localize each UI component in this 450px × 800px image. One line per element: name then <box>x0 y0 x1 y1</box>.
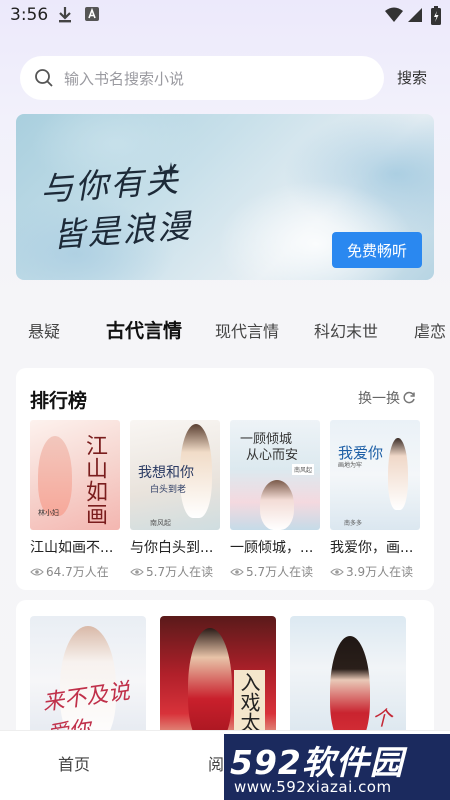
refresh-label: 换一换 <box>358 391 400 407</box>
status-bar: 3:56 <box>0 0 450 32</box>
download-icon <box>59 7 71 23</box>
wifi-icon <box>385 7 403 22</box>
cover-figure <box>260 480 294 530</box>
search-placeholder: 输入书名搜索小说 <box>64 70 185 88</box>
cover-badge: 南风起 <box>292 464 315 475</box>
book-reads: 5.7万人在读 <box>130 563 220 580</box>
book-cover: 我想和你 白头到老 南风起 <box>130 420 220 530</box>
battery-icon <box>431 6 441 25</box>
book-reads: 5.7万人在读 <box>230 563 320 580</box>
book-item[interactable]: 江山如画 林小妇 江山如画不... 64.7万人在 <box>30 420 120 580</box>
book-cover: 一顾倾城 从心而安 南风起 <box>230 420 320 530</box>
cover-title: 个 <box>372 706 392 730</box>
tab-modern-romance[interactable]: 现代言情 <box>215 318 279 342</box>
eye-icon <box>130 567 144 576</box>
eye-icon <box>30 567 44 576</box>
cover-title: 江山如画 <box>82 434 107 526</box>
reads-count: 3.9万人在读 <box>346 565 414 579</box>
cover-figure <box>38 436 72 516</box>
book-item[interactable]: 我想和你 白头到老 南风起 与你白头到... 5.7万人在读 <box>130 420 220 580</box>
watermark-url: www.592xiazai.com <box>234 778 392 796</box>
font-icon <box>85 7 99 21</box>
nav-home[interactable]: 首页 <box>58 751 90 775</box>
recommend-book-cover[interactable]: 入戏太 <box>160 616 276 746</box>
book-item[interactable]: 我爱你 画地为牢 南多多 我爱你，画... 3.9万人在读 <box>330 420 420 580</box>
nav-read[interactable]: 阅 <box>208 751 224 775</box>
cover-author: 林小妇 <box>38 509 59 517</box>
tab-scifi[interactable]: 科幻末世 <box>314 318 378 342</box>
sparkle-icon <box>162 162 180 180</box>
tab-suspense[interactable]: 悬疑 <box>28 318 60 342</box>
cover-figure <box>388 438 408 510</box>
cover-subtitle: 白头到老 <box>150 485 187 495</box>
tab-ancient-romance[interactable]: 古代言情 <box>106 316 182 343</box>
book-title: 与你白头到... <box>130 540 214 556</box>
search-button[interactable]: 搜索 <box>397 67 427 88</box>
signal-icon <box>408 8 422 22</box>
book-cover: 江山如画 林小妇 <box>30 420 120 530</box>
cover-author: 南多多 <box>344 520 363 527</box>
book-reads: 3.9万人在读 <box>330 563 420 580</box>
free-listen-button[interactable]: 免费畅听 <box>332 232 422 268</box>
cover-title: 入戏太 <box>234 670 265 734</box>
cover-subtitle: 从心而安 <box>246 448 299 463</box>
tab-angst-romance[interactable]: 虐恋 <box>414 318 446 342</box>
reads-count: 5.7万人在读 <box>146 565 214 579</box>
banner-headline-line2: 皆是浪漫 <box>50 206 194 255</box>
book-reads: 64.7万人在 <box>30 563 120 580</box>
eye-icon <box>330 567 344 576</box>
watermark-logo: 592软件园 <box>230 743 404 782</box>
cover-title: 我想和你 <box>138 465 194 481</box>
search-icon <box>35 69 53 87</box>
refresh-icon <box>403 391 415 404</box>
book-title: 江山如画不... <box>30 540 114 556</box>
cover-author: 南风起 <box>150 519 171 527</box>
site-watermark: 592软件园 www.592xiazai.com <box>224 734 450 800</box>
recommend-book-cover[interactable]: 个 <box>290 616 406 746</box>
eye-icon <box>230 567 244 576</box>
promo-banner[interactable]: 与你有关 皆是浪漫 免费畅听 <box>16 114 434 280</box>
reads-count: 64.7万人在 <box>46 565 109 579</box>
status-time: 3:56 <box>10 5 49 25</box>
book-cover: 我爱你 画地为牢 南多多 <box>330 420 420 530</box>
book-title: 我爱你，画... <box>330 540 414 556</box>
cover-figure <box>188 628 232 746</box>
reads-count: 5.7万人在读 <box>246 565 314 579</box>
ranking-title: 排行榜 <box>30 390 88 412</box>
search-input[interactable]: 输入书名搜索小说 <box>20 56 384 100</box>
ranking-card: 排行榜 换一换 江山如画 林小妇 江山如画不... 64.7万人在 我想和你 白… <box>16 368 434 590</box>
refresh-button[interactable]: 换一换 <box>358 388 416 408</box>
cover-subtitle: 画地为牢 <box>338 462 363 469</box>
category-tabs: 悬疑 古代言情 现代言情 科幻末世 虐恋 <box>0 314 450 346</box>
book-item[interactable]: 一顾倾城 从心而安 南风起 一顾倾城，... 5.7万人在读 <box>230 420 320 580</box>
book-title: 一顾倾城，... <box>230 540 314 556</box>
recommend-book-cover[interactable]: 来不及说爱你 <box>30 616 146 746</box>
